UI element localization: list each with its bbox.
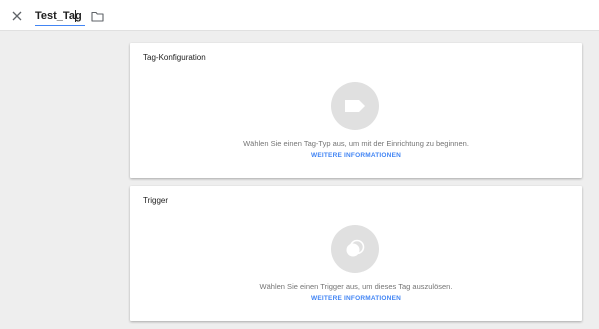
learn-more-link[interactable]: WEITERE INFORMATIONEN <box>130 152 582 159</box>
card-title: Trigger <box>143 196 169 205</box>
trigger-icon <box>346 239 365 257</box>
choose-tag-type-button[interactable] <box>331 82 379 130</box>
folder-button[interactable] <box>89 8 105 24</box>
trigger-card[interactable]: Trigger Wählen Sie einen Trigger aus, um… <box>130 186 582 321</box>
tag-name-input[interactable] <box>35 7 85 26</box>
choose-trigger-button[interactable] <box>331 225 379 273</box>
tag-icon <box>345 100 365 112</box>
card-description: Wählen Sie einen Trigger aus, um dieses … <box>259 282 453 291</box>
tag-configuration-card[interactable]: Tag-Konfiguration Wählen Sie einen Tag-T… <box>130 43 582 178</box>
card-title: Tag-Konfiguration <box>143 53 206 62</box>
editor-header <box>0 0 599 31</box>
close-button[interactable] <box>8 7 26 25</box>
text-cursor <box>75 10 76 22</box>
card-description: Wählen Sie einen Tag-Typ aus, um mit der… <box>243 139 469 148</box>
close-icon <box>12 11 22 21</box>
folder-icon <box>90 11 104 22</box>
learn-more-link[interactable]: WEITERE INFORMATIONEN <box>130 295 582 302</box>
